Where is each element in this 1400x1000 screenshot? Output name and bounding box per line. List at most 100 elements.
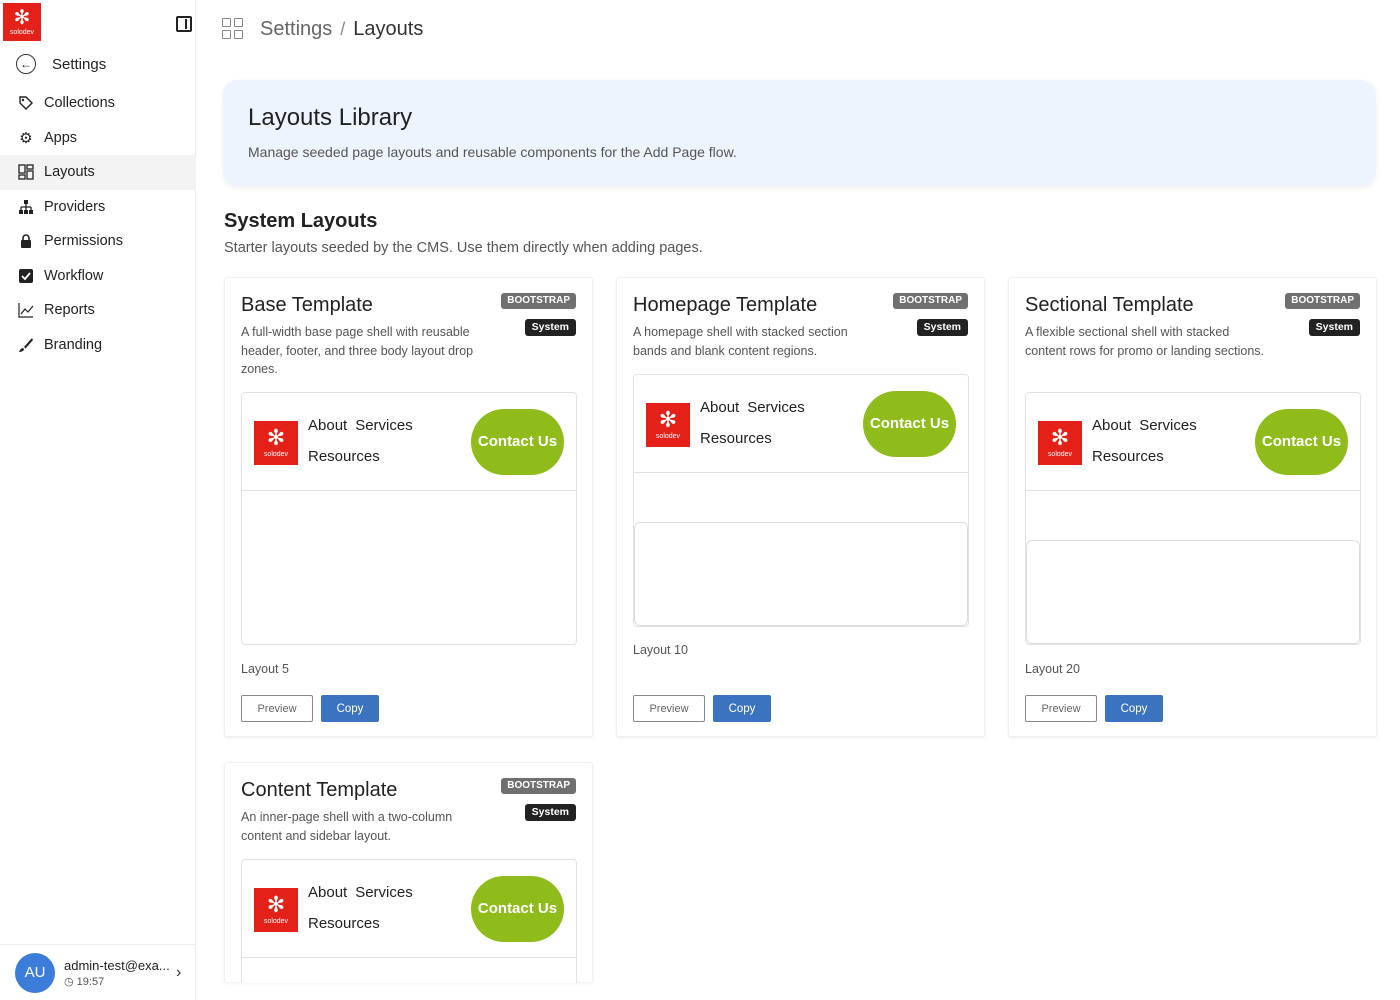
preview-nav-resources: Resources [1092,448,1164,465]
hierarchy-icon [17,198,35,216]
session-time-value: 19:57 [76,975,105,988]
user-email: admin-test@exa... [64,957,170,973]
bootstrap-badge: BOOTSTRAP [893,293,968,309]
settings-nav: Collections ⚙ Apps Layouts Providers Per… [0,86,196,362]
bootstrap-badge: BOOTSTRAP [1285,293,1360,309]
preview-header: ✻ solodev About Services Resources Contact… [1026,393,1360,491]
breadcrumb-separator: / [340,18,346,39]
preview-button[interactable]: Preview [241,695,313,722]
sidebar-item-label: Apps [44,129,78,146]
system-badge: System [524,319,576,336]
sidebar-item-workflow[interactable]: Workflow [0,259,196,294]
layout-preview: ✻ solodev About Services Resources Contact… [1025,392,1361,645]
preview-nav-about: About [1092,417,1132,434]
preview-nav-resources: Resources [308,448,380,465]
copy-button[interactable]: Copy [713,695,771,722]
gear-icon: ⚙ [19,129,33,147]
sidebar-collapse-icon[interactable] [176,16,192,32]
preview-contact-button: Contact Us [1255,409,1348,475]
user-info: admin-test@exa... ◷ 19:57 [64,958,176,988]
layouts-library-banner: Layouts Library Manage seeded page layou… [223,80,1376,186]
tag-icon [17,94,35,112]
preview-logo: ✻ solodev [646,403,690,447]
sidebar-item-collections[interactable]: Collections [0,86,196,121]
card-title: Base Template [241,294,373,316]
preview-content-region [634,522,968,626]
logo-text: solodev [9,28,35,36]
sidebar-item-label: Layouts [44,164,95,181]
preview-header: ✻ solodev About Services Resources Contact… [242,860,576,958]
sidebar-item-apps[interactable]: ⚙ Apps [0,121,196,156]
preview-nav: About Services Resources [700,399,813,447]
sidebar-item-branding[interactable]: Branding [0,328,196,363]
preview-contact-button: Contact Us [863,391,956,457]
layout-number: Layout 20 [1025,662,1080,676]
layout-card-content: Content Template BOOTSTRAP System An inn… [224,762,593,983]
user-menu[interactable]: AU admin-test@exa... ◷ 19:57 › [0,944,196,1000]
layout-preview: ✻ solodev About Services Resources Contact… [633,374,969,627]
section-title: System Layouts [224,210,378,232]
preview-content-region [1026,540,1360,644]
sidebar-item-label: Providers [44,198,106,215]
sidebar-item-providers[interactable]: Providers [0,190,196,225]
logo-text: solodev [1047,451,1073,458]
card-description: A full-width base page shell with reusab… [241,325,474,376]
preview-logo: ✻ solodev [254,421,298,465]
line-chart-icon [17,301,35,319]
preview-button[interactable]: Preview [1025,695,1097,722]
preview-header: ✻ solodev About Services Resources Contact… [242,393,576,491]
bootstrap-badge: BOOTSTRAP [501,293,576,309]
chevron-right-icon: › [176,963,182,981]
flower-icon: ✻ [13,6,31,29]
checkbox-icon [17,267,35,285]
system-badge: System [524,804,576,821]
sidebar-item-label: Collections [44,95,115,112]
sidebar-item-layouts[interactable]: Layouts [0,155,196,190]
copy-button[interactable]: Copy [1105,695,1163,722]
solodev-logo[interactable]: ✻ solodev [3,3,41,41]
preview-header: ✻ solodev About Services Resources Contact… [634,375,968,473]
layout-card-base: Base Template BOOTSTRAP System A full-wi… [224,277,593,737]
preview-contact-button: Contact Us [471,409,564,475]
copy-button[interactable]: Copy [321,695,379,722]
preview-nav-about: About [700,399,740,416]
sidebar-item-permissions[interactable]: Permissions [0,224,196,259]
session-time: ◷ 19:57 [64,975,176,988]
settings-back-label: Settings [52,55,107,73]
system-badge: System [916,319,968,336]
breadcrumb-current: Layouts [353,17,424,40]
card-description: An inner-page shell with a two-column co… [241,810,453,843]
page-title: Layouts Library [248,104,413,131]
sidebar-item-reports[interactable]: Reports [0,293,196,328]
breadcrumb-settings[interactable]: Settings [260,18,332,41]
layout-card-homepage: Homepage Template BOOTSTRAP System A hom… [616,277,985,737]
logo-text: solodev [263,918,289,925]
layout-number: Layout 10 [633,643,688,657]
layout-grid-icon [222,18,244,40]
flower-icon: ✻ [1050,425,1070,450]
section-subtitle: Starter layouts seeded by the CMS. Use t… [224,240,703,256]
card-title: Content Template [241,779,398,801]
sidebar-item-label: Reports [44,302,95,319]
preview-contact-button: Contact Us [471,876,564,942]
avatar: AU [15,952,55,993]
card-title: Sectional Template [1025,294,1194,316]
clock-icon: ◷ [64,975,74,988]
preview-nav: About Services Resources [308,417,421,465]
preview-logo: ✻ solodev [254,888,298,932]
settings-back-button[interactable]: ← Settings [0,46,196,82]
arrow-left-icon: ← [16,54,36,74]
preview-nav: About Services Resources [308,884,421,932]
preview-nav-about: About [308,884,348,901]
flower-icon: ✻ [266,892,286,917]
sidebar-item-label: Permissions [44,233,123,250]
logo-text: solodev [655,433,681,440]
lock-icon [17,232,35,250]
preview-nav-services: Services [1139,417,1197,434]
preview-nav-services: Services [747,399,805,416]
brush-icon [17,336,35,354]
preview-nav-services: Services [355,884,413,901]
preview-button[interactable]: Preview [633,695,705,722]
flower-icon: ✻ [658,407,678,432]
sidebar: ✻ solodev ← Settings Collections ⚙ Apps … [0,0,196,1000]
